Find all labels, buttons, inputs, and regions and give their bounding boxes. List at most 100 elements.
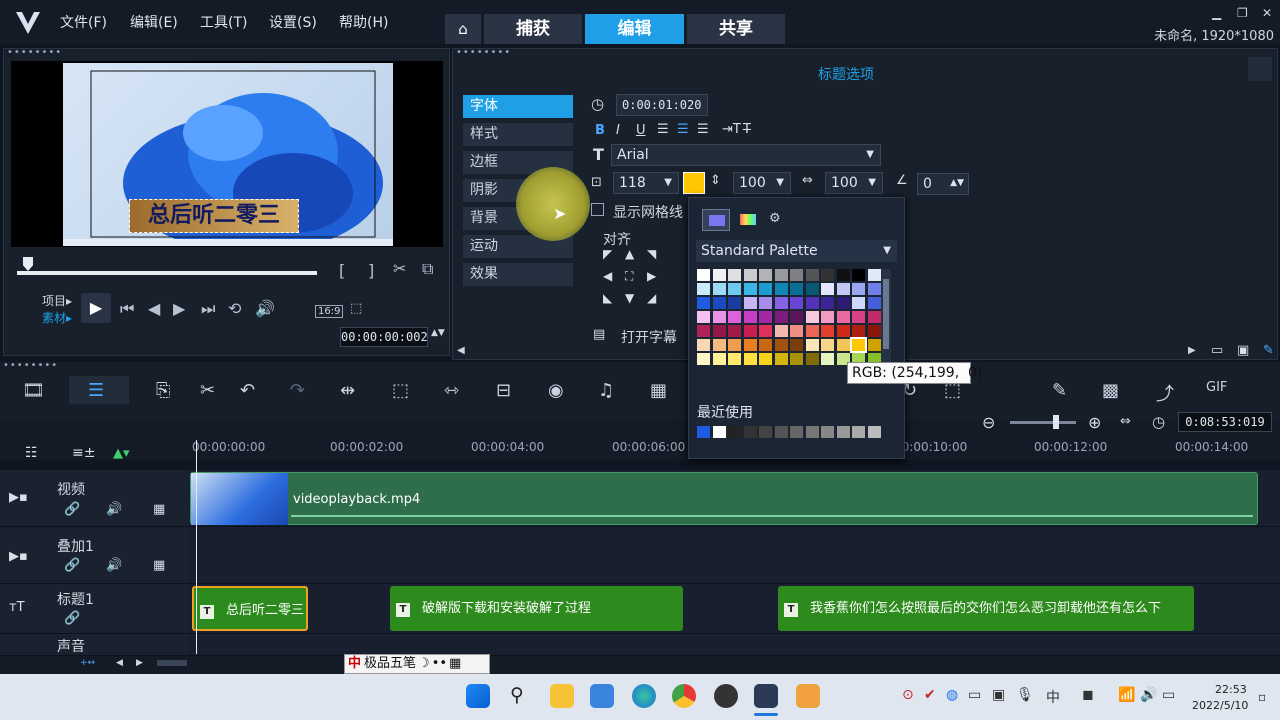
maximize-icon[interactable]: ❐: [1237, 6, 1248, 20]
color-swatch[interactable]: [867, 269, 881, 281]
recent-color-swatch[interactable]: [821, 426, 834, 438]
color-swatch[interactable]: [774, 339, 788, 351]
underline-icon[interactable]: U: [636, 123, 646, 138]
timecode-stepper-icon[interactable]: ▲▼: [431, 328, 445, 338]
color-swatch[interactable]: [790, 353, 803, 365]
solid-color-tab[interactable]: [702, 209, 730, 231]
italic-icon[interactable]: I: [616, 123, 620, 138]
title-clip[interactable]: T 总后听二零三: [192, 586, 308, 631]
prev-frame-icon[interactable]: ◀: [148, 299, 160, 318]
volume-tray-icon[interactable]: 🔊: [1140, 687, 1157, 703]
font-size-input[interactable]: 118 ▼: [613, 172, 679, 194]
recent-color-swatch[interactable]: [712, 426, 726, 438]
undo-icon[interactable]: ↶: [240, 380, 255, 401]
film-icon[interactable]: ▦: [650, 380, 667, 401]
menu-settings[interactable]: 设置(S): [269, 12, 317, 32]
align-top-icon[interactable]: ▲: [625, 247, 634, 261]
color-swatch[interactable]: [805, 353, 819, 365]
color-swatch[interactable]: [697, 325, 710, 337]
scrub-handle[interactable]: [23, 257, 33, 271]
tray-mic-icon[interactable]: 🎙: [1016, 687, 1034, 703]
color-swatch[interactable]: [743, 297, 757, 309]
repeat-icon[interactable]: ⟲: [228, 299, 241, 318]
color-swatch[interactable]: [867, 339, 881, 351]
zoom-fit-icon[interactable]: +↔: [80, 658, 95, 668]
color-swatch[interactable]: [852, 311, 865, 323]
color-swatch[interactable]: [743, 311, 757, 323]
menu-tools[interactable]: 工具(T): [200, 12, 247, 32]
redo-icon[interactable]: ↷: [290, 380, 305, 401]
menu-help[interactable]: 帮助(H): [339, 12, 388, 32]
camera-app-icon[interactable]: [714, 684, 738, 708]
bold-icon[interactable]: B: [595, 123, 605, 138]
tray-antivirus-icon[interactable]: ✔: [924, 687, 936, 703]
zoom-in-icon[interactable]: ⊕: [1088, 413, 1101, 432]
color-swatch[interactable]: [790, 339, 803, 351]
color-swatch[interactable]: [774, 283, 788, 295]
color-swatch[interactable]: [774, 297, 788, 309]
color-swatch[interactable]: [805, 269, 819, 281]
player-timecode[interactable]: 00:00:00:002: [340, 327, 428, 347]
copy-icon[interactable]: ⎘: [156, 380, 170, 401]
color-swatch[interactable]: [821, 311, 834, 323]
storyboard-view-icon[interactable]: 🎞: [22, 380, 45, 401]
color-swatch[interactable]: [790, 297, 803, 309]
ime-moon-icon[interactable]: ☽: [418, 656, 430, 671]
color-swatch[interactable]: [805, 297, 819, 309]
color-swatch[interactable]: [774, 269, 788, 281]
color-swatch[interactable]: [712, 339, 726, 351]
open-subtitle-button[interactable]: 打开字幕: [621, 327, 677, 347]
align-grid[interactable]: ◤ ▲ ◥ ◀ ⛶ ▶ ◣ ▼ ◢: [603, 247, 665, 309]
end-icon[interactable]: ⏭: [201, 299, 215, 319]
link-icon[interactable]: 🔗: [64, 558, 80, 573]
color-swatch[interactable]: [697, 297, 710, 309]
color-swatch[interactable]: [759, 339, 772, 351]
mark-in-icon[interactable]: [: [339, 261, 345, 280]
audio-mix-icon[interactable]: ♫: [598, 380, 614, 401]
wifi-icon[interactable]: 📶: [1118, 687, 1135, 703]
zoom-slider[interactable]: [1010, 421, 1076, 424]
tab-font[interactable]: 字体: [463, 95, 573, 118]
color-swatch[interactable]: [697, 283, 710, 295]
start-icon[interactable]: [466, 684, 490, 708]
color-swatch[interactable]: [728, 353, 741, 365]
ime-keyboard-icon[interactable]: ▦: [449, 656, 461, 671]
color-swatch[interactable]: [697, 339, 710, 351]
line-spacing-input[interactable]: 100 ▼: [733, 172, 791, 194]
close-icon[interactable]: ✕: [1262, 6, 1272, 20]
color-swatch[interactable]: [712, 311, 726, 323]
ime-punct-icon[interactable]: ••: [432, 656, 447, 671]
file-explorer-icon[interactable]: [550, 684, 574, 708]
scissors-icon[interactable]: ✂: [393, 259, 406, 278]
color-swatch[interactable]: [836, 311, 850, 323]
recent-colors-row[interactable]: [697, 426, 884, 440]
align-top-left-icon[interactable]: ◤: [603, 247, 612, 261]
color-swatch[interactable]: [852, 283, 865, 295]
recent-color-swatch[interactable]: [790, 426, 803, 438]
palette-select[interactable]: Standard Palette ▼: [696, 240, 897, 262]
color-swatch[interactable]: [743, 283, 757, 295]
color-swatch[interactable]: [774, 353, 788, 365]
color-swatch[interactable]: [790, 325, 803, 337]
split-icon[interactable]: ⇿: [444, 380, 459, 401]
color-swatch[interactable]: [836, 283, 850, 295]
color-swatch[interactable]: [836, 269, 850, 281]
gif-icon[interactable]: GIF: [1206, 380, 1227, 395]
color-swatch[interactable]: [759, 283, 772, 295]
scroll-right-icon[interactable]: ▶: [1188, 345, 1196, 356]
clip-mode-label[interactable]: 素材▸: [42, 309, 72, 326]
tab-capture[interactable]: 捕获: [484, 14, 582, 44]
link-icon[interactable]: 🔗: [64, 611, 80, 626]
color-swatch[interactable]: [743, 269, 757, 281]
edge-icon[interactable]: [632, 684, 656, 708]
color-swatch[interactable]: [867, 297, 881, 309]
project-mode-label[interactable]: 项目▸: [42, 292, 72, 309]
scroll-right-icon[interactable]: ▶: [136, 658, 143, 668]
zoom-preview-icon[interactable]: ⧉: [422, 259, 433, 279]
color-swatch[interactable]: [712, 353, 726, 365]
color-swatch[interactable]: [774, 325, 788, 337]
color-swatch[interactable]: [805, 283, 819, 295]
recent-color-swatch[interactable]: [759, 426, 772, 438]
search-icon[interactable]: ⚲: [510, 684, 524, 706]
scrollbar-thumb[interactable]: [1248, 57, 1272, 81]
